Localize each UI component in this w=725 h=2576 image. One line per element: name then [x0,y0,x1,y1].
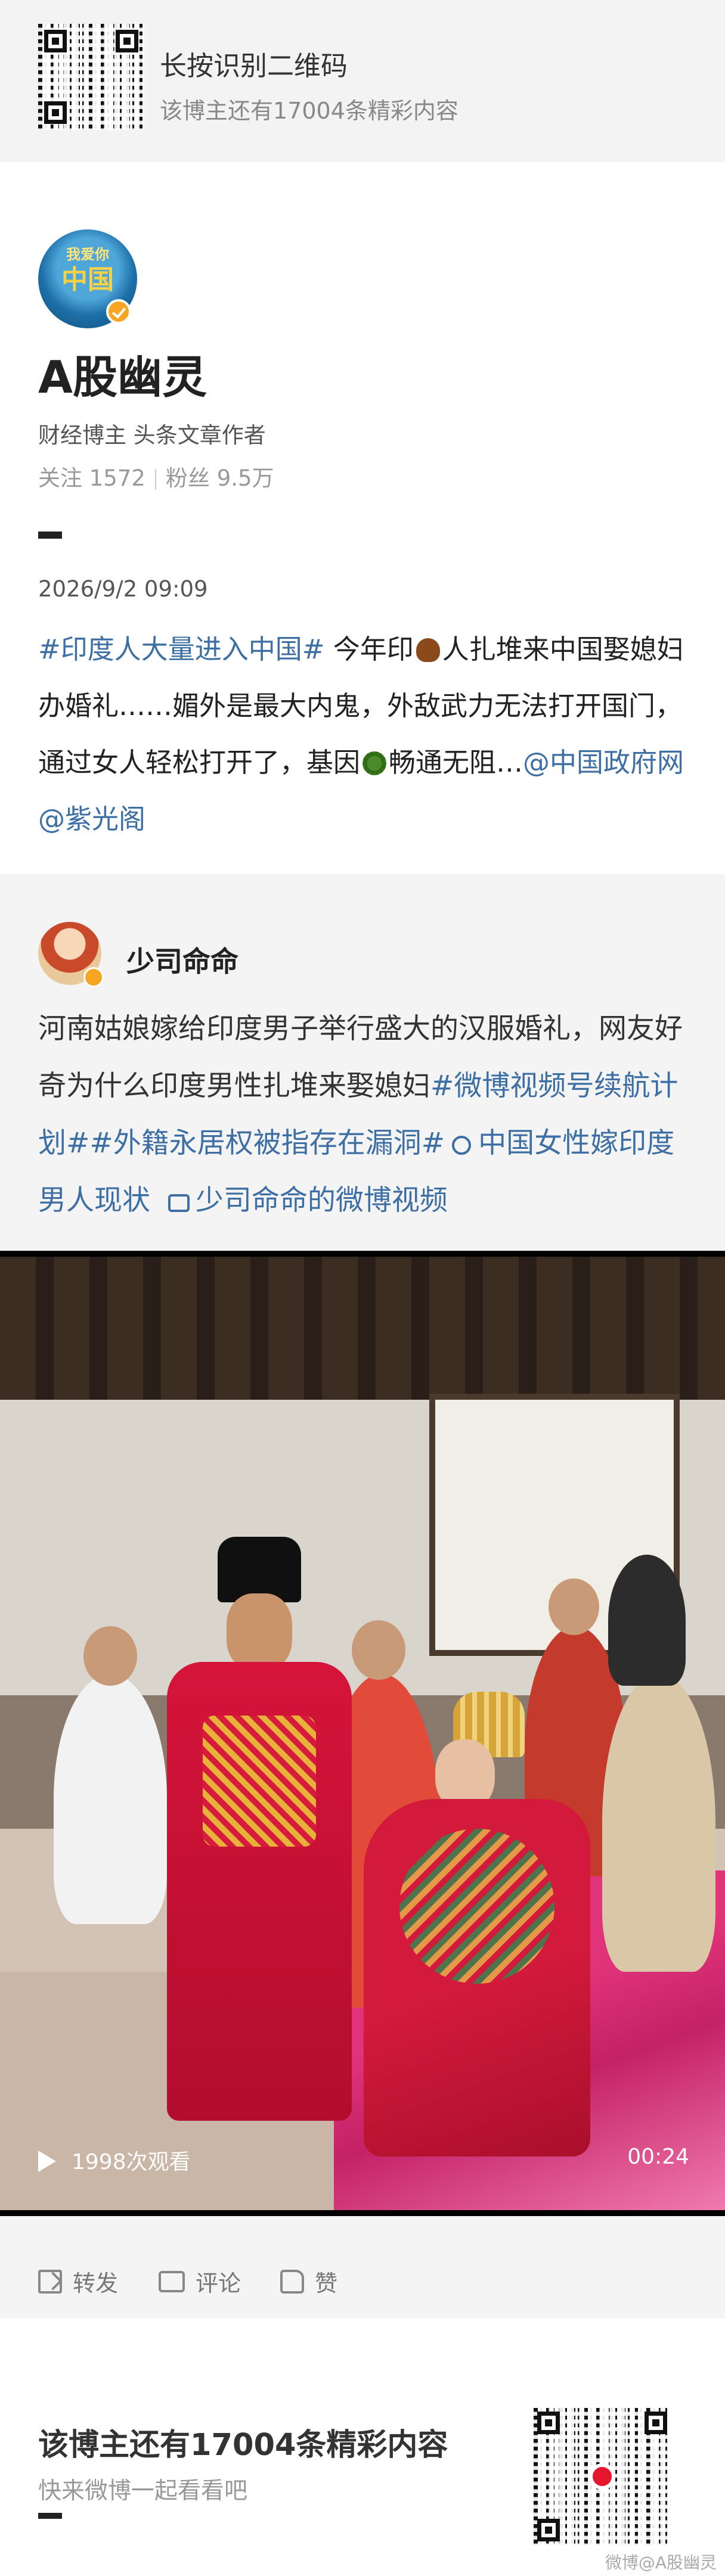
groom-embroidery [203,1716,316,1847]
divider [154,469,156,490]
video-icon [168,1194,190,1212]
qr-finder [116,30,138,52]
verified-badge-icon [83,967,104,987]
avatar-caption: 中国 [61,265,114,295]
author-stats: 关注 1572 粉丝 9.5万 [38,460,274,492]
divider [38,2513,62,2519]
scene-guest-head [352,1620,405,1680]
qr-finder [537,2412,560,2434]
scene-groom [161,1537,352,2121]
author-name[interactable]: A股幽灵 [38,341,207,406]
groom-face [227,1593,292,1671]
qr-code-image[interactable] [534,2408,671,2545]
promo-subtitle: 快来微博一起看看吧 [38,2478,248,2504]
video-frame [0,1257,725,2210]
scene-ceiling [0,1257,725,1400]
qr-banner-title: 长按识别二维码 [160,50,348,82]
groom-hat [218,1537,301,1602]
scene-guest [602,1674,715,1972]
qr-finder [645,2412,667,2434]
view-count: 1998次观看 [38,2145,191,2176]
post-body: #印度人大量进入中国# 今年印 人扎堆来中国娶媳妇办婚礼……媚外是最大内鬼，外敌武… [38,621,688,847]
comment-button[interactable]: 评论 [159,2265,241,2298]
qr-finder [537,2519,560,2541]
scene-guest [608,1555,686,1686]
qr-banner[interactable]: 长按识别二维码 该博主还有17004条精彩内容 [0,0,725,155]
divider [38,532,62,539]
qr-code-image[interactable] [38,24,144,130]
scene-bride [364,1692,590,2156]
verified-badge-icon [106,299,131,324]
scene-guest [54,1674,167,1924]
scene-guest-head [549,1578,599,1635]
video-link[interactable]: 少司命命的微博视频 [196,1184,448,1217]
repost-body: 河南姑娘嫁给印度男子举行盛大的汉服婚礼，网友好奇为什么印度男性扎堆来娶媳妇#微博… [38,1000,694,1229]
mention-link[interactable]: @紫光阁 [38,803,145,835]
poop-emoji-icon [416,638,440,662]
weibo-logo-icon [589,2463,615,2490]
repost-label: 转发 [73,2270,119,2297]
play-icon[interactable] [38,2151,56,2172]
comment-label: 评论 [196,2270,241,2297]
post-text: 畅通无阻… [389,747,523,778]
promo-title: 该博主还有17004条精彩内容 [38,2428,448,2463]
like-button[interactable]: 赞 [280,2265,337,2298]
action-bar: 转发 评论 赞 [0,2217,725,2319]
scene-guest-head [83,1626,137,1686]
follow-count[interactable]: 关注 1572 [38,465,145,491]
repost-button[interactable]: 转发 [38,2265,118,2298]
share-icon [38,2269,62,2294]
qr-finder [44,30,67,52]
qr-finder [44,101,67,124]
fans-count[interactable]: 粉丝 9.5万 [166,465,274,491]
thumbs-up-icon [280,2269,304,2294]
watermark: 微博@A股幽灵 [605,2553,717,2572]
post-text: 今年印 [324,633,414,665]
post-timestamp: 2026/9/2 09:09 [38,576,208,602]
mention-link[interactable]: @中国政府网 [523,747,684,778]
view-count-label: 1998次观看 [72,2150,191,2174]
hashtag-link[interactable]: #外籍永居权被指存在漏洞# [89,1127,445,1160]
like-label: 赞 [315,2270,338,2297]
hashtag-link[interactable]: #印度人大量进入中国# [38,633,324,665]
comment-icon [159,2270,185,2292]
virus-emoji-icon [362,751,387,775]
author-description: 财经博主 头条文章作者 [38,422,266,448]
bride-embroidery [399,1829,554,1984]
search-icon [452,1136,472,1155]
post-card: 我爱你 中国 A股幽灵 财经博主 头条文章作者 关注 1572 粉丝 9.5万 2… [0,162,725,874]
video-duration: 00:24 [627,2145,689,2169]
qr-banner-subtitle: 该博主还有17004条精彩内容 [160,98,458,124]
original-author-name[interactable]: 少司命命 [126,939,238,980]
bottom-promo[interactable]: 该博主还有17004条精彩内容 快来微博一起看看吧 微博@A股幽灵 [0,2319,725,2576]
video-player[interactable]: 1998次观看 00:24 [0,1251,725,2216]
